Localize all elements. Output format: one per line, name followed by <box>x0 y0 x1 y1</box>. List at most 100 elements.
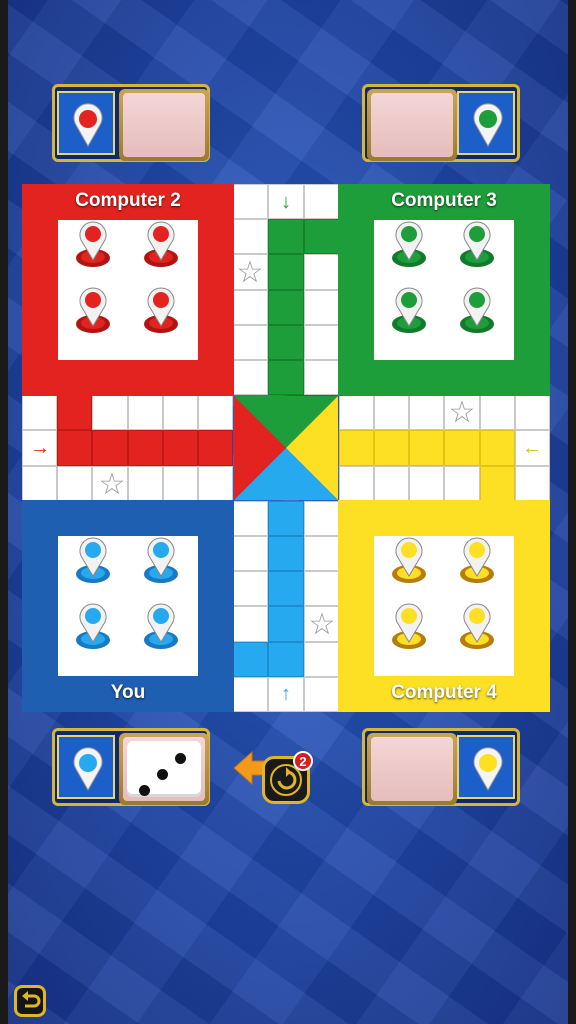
board-cell <box>233 184 269 220</box>
board-cell <box>233 676 269 712</box>
board-cell <box>268 254 304 290</box>
player-name-computer-2: Computer 2 <box>75 190 181 211</box>
board-cell <box>162 430 198 466</box>
board-cell <box>374 465 410 501</box>
blue-token[interactable] <box>142 602 180 650</box>
board-cell <box>409 430 445 466</box>
board-cell <box>303 184 339 220</box>
red-token[interactable] <box>142 286 180 334</box>
dice[interactable] <box>127 741 201 797</box>
board-cell <box>303 324 339 360</box>
green-pin-icon <box>473 103 503 147</box>
green-token[interactable] <box>458 286 496 334</box>
safe-star-icon: ☆ <box>236 255 264 289</box>
board-cell <box>409 395 445 431</box>
board-cell <box>303 219 339 255</box>
board-cell <box>338 465 374 501</box>
board-cell <box>233 360 269 396</box>
undo-button[interactable]: 2 <box>262 751 313 804</box>
board-cell <box>303 254 339 290</box>
yellow-token[interactable] <box>458 602 496 650</box>
blue-pin-icon <box>73 747 103 791</box>
board-cell <box>514 465 550 501</box>
player-color-box-blue <box>57 735 115 799</box>
board-cell <box>233 571 269 607</box>
safe-star-icon: ☆ <box>98 467 126 501</box>
board-cell <box>268 219 304 255</box>
board-cell <box>268 289 304 325</box>
board-cell <box>268 360 304 396</box>
player-name-computer-3: Computer 3 <box>391 190 497 211</box>
board-cell <box>127 465 163 501</box>
back-arrow-icon <box>22 991 41 1008</box>
board-cell <box>22 465 58 501</box>
player-name-you: You <box>110 682 146 703</box>
board-cell <box>303 500 339 536</box>
dice-slot-computer-2 <box>119 89 209 161</box>
board-cell <box>444 465 480 501</box>
safe-star-icon: ☆ <box>448 395 476 429</box>
board-cell <box>303 289 339 325</box>
board-cell <box>127 430 163 466</box>
blue-token[interactable] <box>142 536 180 584</box>
start-arrow-green-icon: ↓ <box>281 190 291 213</box>
board-cell <box>268 536 304 572</box>
dice-slot-computer-3 <box>367 89 457 161</box>
board-cell <box>479 465 515 501</box>
board-cell <box>338 430 374 466</box>
yellow-token[interactable] <box>390 536 428 584</box>
yellow-token[interactable] <box>390 602 428 650</box>
red-token[interactable] <box>142 220 180 268</box>
blue-token[interactable] <box>74 536 112 584</box>
back-button[interactable] <box>14 985 46 1017</box>
board-cell <box>338 395 374 431</box>
left-border <box>0 0 8 1024</box>
board-cell <box>268 324 304 360</box>
board-cell <box>233 500 269 536</box>
blue-token[interactable] <box>74 602 112 650</box>
board-cell <box>198 465 234 501</box>
green-token[interactable] <box>458 220 496 268</box>
red-token[interactable] <box>74 286 112 334</box>
board-cell <box>162 395 198 431</box>
player-panel-computer-4 <box>362 728 520 806</box>
board-cell <box>198 395 234 431</box>
board-cell <box>233 606 269 642</box>
start-arrow-red-icon: → <box>30 436 50 459</box>
player-color-box-red <box>57 91 115 155</box>
board-cell <box>303 571 339 607</box>
ludo-board: Computer 2 Computer 3 You Computer 4 → ↓… <box>22 184 550 712</box>
yellow-pin-icon <box>473 747 503 791</box>
board-cell <box>198 430 234 466</box>
right-border <box>568 0 576 1024</box>
red-pin-icon <box>73 103 103 147</box>
board-cell <box>444 430 480 466</box>
board-cell <box>233 324 269 360</box>
yard-green: Computer 3 <box>338 184 550 396</box>
player-color-box-yellow <box>457 735 515 799</box>
board-cell <box>92 395 128 431</box>
player-color-box-green <box>457 91 515 155</box>
green-token[interactable] <box>390 220 428 268</box>
board-cell <box>303 676 339 712</box>
board-cell <box>57 395 93 431</box>
player-panel-computer-2 <box>52 84 210 162</box>
safe-star-icon: ☆ <box>308 607 336 641</box>
dice-slot-you[interactable] <box>119 733 209 805</box>
yard-yellow: Computer 4 <box>338 500 550 712</box>
green-token[interactable] <box>390 286 428 334</box>
board-cell <box>233 536 269 572</box>
board-cell <box>57 465 93 501</box>
dice-pip <box>175 753 186 764</box>
start-arrow-yellow-icon: ← <box>522 436 542 459</box>
yellow-token[interactable] <box>458 536 496 584</box>
board-cell <box>268 606 304 642</box>
red-token[interactable] <box>74 220 112 268</box>
start-arrow-blue-icon: ↑ <box>281 682 291 705</box>
board-cell <box>22 395 58 431</box>
board-cell <box>57 430 93 466</box>
board-cell <box>303 641 339 677</box>
board-cell <box>233 641 269 677</box>
dice-slot-computer-4 <box>367 733 457 805</box>
board-cell <box>233 219 269 255</box>
